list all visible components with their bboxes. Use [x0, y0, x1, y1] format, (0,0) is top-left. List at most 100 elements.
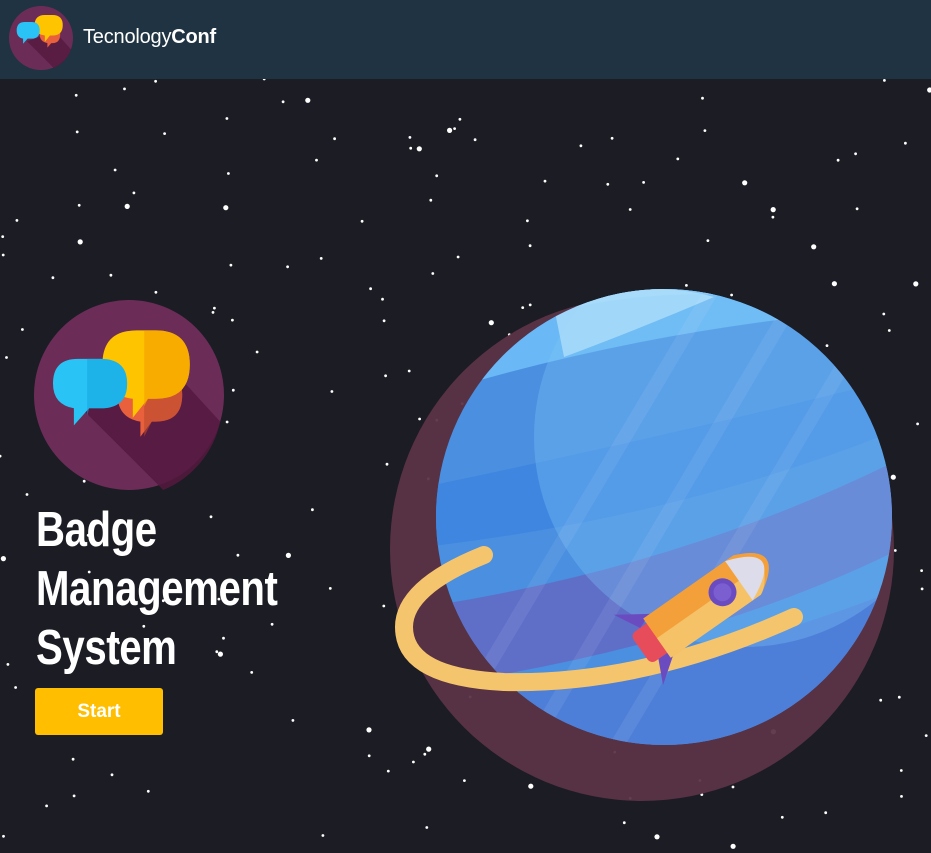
star [458, 117, 462, 121]
star [77, 239, 83, 245]
star [854, 152, 857, 156]
star [285, 552, 291, 558]
star [453, 127, 456, 130]
star [255, 350, 259, 354]
star [676, 157, 680, 161]
star [771, 215, 775, 219]
star [408, 136, 412, 139]
chat-bubbles-logo-icon[interactable] [9, 6, 73, 70]
title-line: System [36, 621, 177, 675]
brand-link[interactable]: TecnologyConf [83, 26, 216, 49]
star [225, 117, 229, 120]
star [124, 203, 130, 209]
star [291, 719, 295, 722]
star [225, 420, 229, 424]
star [883, 79, 886, 82]
star [286, 265, 289, 269]
navbar: TecnologyConf [0, 0, 931, 79]
star [109, 273, 113, 277]
star [701, 96, 704, 100]
star [409, 146, 413, 150]
star [610, 136, 614, 140]
star [367, 754, 371, 758]
star [1, 253, 5, 257]
star [855, 207, 859, 211]
star [366, 727, 372, 733]
star [77, 203, 81, 207]
star [14, 686, 17, 689]
star [770, 207, 776, 213]
star [72, 794, 76, 798]
star [916, 422, 919, 426]
star [132, 191, 136, 195]
star [836, 158, 840, 162]
star [435, 174, 439, 178]
star [543, 179, 547, 183]
star [75, 130, 79, 134]
star [369, 287, 372, 291]
star [311, 508, 314, 512]
star [113, 168, 117, 172]
star [416, 146, 422, 152]
star [425, 826, 429, 829]
star [5, 356, 8, 359]
star [227, 172, 230, 175]
star [2, 834, 5, 838]
star [924, 734, 928, 737]
star [703, 129, 707, 132]
page-title: Badge Management System [36, 501, 278, 678]
star [824, 811, 828, 815]
star [6, 663, 10, 666]
star [15, 219, 19, 222]
star [628, 208, 632, 211]
star [231, 388, 235, 392]
star [730, 843, 736, 849]
star [431, 272, 435, 275]
start-button[interactable]: Start [35, 688, 163, 735]
star [622, 821, 626, 825]
star [742, 180, 748, 186]
star [927, 87, 931, 93]
star [360, 219, 364, 223]
star [110, 773, 114, 777]
star [526, 219, 529, 223]
star [1, 235, 5, 239]
star [528, 244, 532, 248]
hero-section: Badge Management System Start [0, 79, 931, 853]
star [315, 158, 318, 162]
star [154, 290, 158, 294]
star [25, 493, 29, 496]
star [305, 97, 311, 103]
brand-light-text: Tecnology [83, 26, 172, 48]
star [429, 198, 433, 202]
star [262, 79, 266, 81]
star [831, 281, 838, 287]
star [223, 205, 229, 211]
star [606, 182, 610, 186]
title-line: Badge [36, 503, 157, 557]
star [21, 328, 24, 331]
star [447, 127, 453, 133]
star [333, 137, 336, 141]
star [74, 93, 78, 97]
star [123, 87, 126, 91]
star [654, 834, 660, 840]
star [328, 587, 332, 590]
star [319, 257, 323, 260]
star [163, 132, 167, 135]
star [281, 100, 285, 104]
star [330, 390, 334, 393]
star [229, 263, 233, 267]
star [920, 587, 924, 591]
star [321, 834, 325, 837]
star [456, 255, 460, 259]
star [231, 318, 234, 322]
chat-bubbles-logo-icon [34, 300, 224, 490]
star [811, 244, 817, 250]
star [71, 757, 75, 761]
star [0, 556, 6, 562]
star [154, 79, 158, 83]
star [473, 138, 477, 142]
star [904, 141, 907, 145]
star [51, 276, 55, 280]
